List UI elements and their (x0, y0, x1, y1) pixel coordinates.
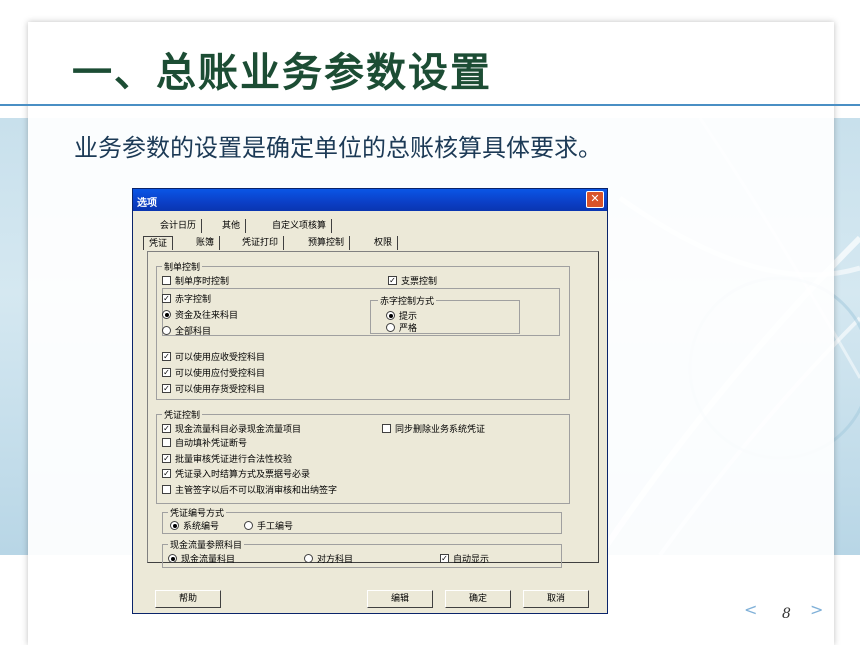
tab-yusuan[interactable]: 预算控制 (303, 236, 351, 250)
tab-quanxian[interactable]: 权限 (369, 236, 399, 250)
prev-slide-icon[interactable]: < (744, 600, 757, 619)
next-slide-icon[interactable]: > (810, 600, 823, 619)
help-button[interactable]: 帮助 (155, 590, 221, 608)
radio-zijin[interactable]: 资金及往来科目 (162, 308, 238, 321)
checkbox-yingfu[interactable]: ✓ 可以使用应付受控科目 (162, 366, 265, 379)
tab-kuaiji-rili[interactable]: 会计日历 (155, 219, 203, 233)
checkbox-zidong[interactable]: 自动填补凭证断号 (162, 436, 247, 449)
dialog-titlebar: 选项 ✕ (133, 189, 607, 211)
edit-button[interactable]: 编辑 (367, 590, 433, 608)
group-chizi-mode-label: 赤字控制方式 (378, 294, 437, 307)
slide-title: 一、总账业务参数设置 (72, 49, 492, 96)
checkbox-chizi[interactable]: ✓ 赤字控制 (162, 292, 211, 305)
header-divider (0, 104, 860, 106)
tab-zidingyi[interactable]: 自定义项核算 (267, 219, 333, 233)
radio-xitong[interactable]: 系统编号 (170, 519, 219, 532)
page-number: 8 (782, 606, 791, 622)
checkbox-zhuguan[interactable]: 主管签字以后不可以取消审核和出纳签字 (162, 483, 337, 496)
tab-panel: 制单控制 制单序时控制 ✓ 支票控制 ✓ 赤字控制 资金及往来科目 全部科目 赤字控… (147, 251, 599, 568)
checkbox-tongbu[interactable]: 同步删除业务系统凭证 (382, 422, 485, 435)
radio-quanbu[interactable]: 全部科目 (162, 324, 211, 337)
tab-zhangbu[interactable]: 账簿 (191, 236, 221, 250)
checkbox-zidong-xianshi[interactable]: ✓ 自动显示 (440, 552, 489, 565)
dialog-title: 选项 (137, 198, 157, 209)
group-xianjinliu-label: 现金流量参照科目 (168, 538, 245, 551)
tab-pingzheng-dayin[interactable]: 凭证打印 (237, 236, 285, 250)
close-icon[interactable]: ✕ (586, 191, 604, 208)
radio-xianjin-km[interactable]: 现金流量科目 (168, 552, 235, 565)
tab-pingzheng[interactable]: 凭证 (143, 236, 174, 250)
radio-shougong[interactable]: 手工编号 (244, 519, 293, 532)
group-pingzheng-label: 凭证控制 (162, 408, 203, 421)
radio-duifang[interactable]: 对方科目 (304, 552, 353, 565)
cancel-button[interactable]: 取消 (523, 590, 589, 608)
checkbox-cunhuo[interactable]: ✓ 可以使用存货受控科目 (162, 382, 265, 395)
checkbox-jiesuan[interactable]: ✓ 凭证录入时结算方式及票据号必录 (162, 467, 310, 480)
group-zhidan-label: 制单控制 (162, 260, 203, 273)
checkbox-yingshou[interactable]: ✓ 可以使用应收受控科目 (162, 350, 265, 363)
ok-button[interactable]: 确定 (445, 590, 511, 608)
tab-qita[interactable]: 其他 (217, 219, 247, 233)
checkbox-xianjin[interactable]: ✓ 现金流量科目必录现金流量项目 (162, 422, 301, 435)
radio-yange[interactable]: 严格 (386, 321, 417, 334)
options-dialog: 选项 ✕ 会计日历 其他 自定义项核算 凭证 账簿 凭证打印 预算控制 权限 制… (132, 188, 608, 614)
checkbox-piliang[interactable]: ✓ 批量审核凭证进行合法性校验 (162, 452, 292, 465)
checkbox-zhidan-xushi[interactable]: 制单序时控制 (162, 274, 229, 287)
slide-subtitle: 业务参数的设置是确定单位的总账核算具体要求。 (74, 134, 602, 162)
group-bianhao-label: 凭证编号方式 (168, 506, 227, 519)
checkbox-zhipiao[interactable]: ✓ 支票控制 (388, 274, 437, 287)
